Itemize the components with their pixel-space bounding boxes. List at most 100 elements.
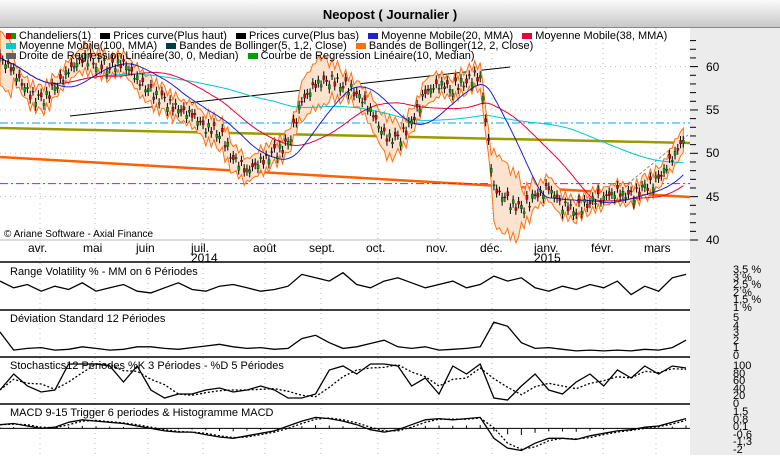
- candle: [300, 101, 304, 103]
- candle: [366, 109, 370, 112]
- candle: [517, 201, 520, 205]
- candle: [393, 131, 397, 137]
- stddev-line: [0, 321, 687, 352]
- candle: [34, 102, 38, 107]
- candle: [341, 86, 345, 89]
- candle: [152, 96, 156, 100]
- y-tick-label: 40: [706, 233, 720, 247]
- candle: [328, 84, 331, 90]
- candle: [385, 138, 389, 142]
- candle: [114, 68, 117, 72]
- candle: [646, 187, 649, 191]
- candle: [632, 199, 636, 205]
- candle: [470, 82, 474, 87]
- candle: [289, 139, 293, 142]
- candle: [638, 191, 641, 197]
- candle: [418, 108, 422, 113]
- candle: [136, 75, 139, 80]
- candle: [18, 73, 21, 78]
- candle: [629, 190, 633, 193]
- candle: [292, 118, 295, 124]
- candle: [306, 93, 309, 95]
- candle: [492, 184, 496, 187]
- candle: [53, 86, 57, 91]
- candle: [330, 75, 334, 77]
- stoch-label: Stochastics12 Périodes %K 3 Périodes - %…: [10, 360, 284, 372]
- candle: [566, 206, 570, 212]
- candle: [275, 156, 279, 159]
- candle: [9, 67, 13, 72]
- candle: [451, 93, 455, 97]
- candle: [679, 140, 682, 145]
- candle: [682, 140, 685, 144]
- panel-tick-label: -2: [733, 443, 743, 456]
- candle: [174, 102, 177, 105]
- macd-line: [0, 416, 687, 452]
- candle: [435, 79, 438, 85]
- candle: [555, 194, 559, 199]
- candle: [572, 211, 575, 216]
- candle: [544, 183, 548, 186]
- candle: [462, 85, 466, 88]
- candle: [539, 190, 542, 192]
- candle: [92, 62, 95, 65]
- candle: [256, 164, 260, 169]
- candle: [503, 196, 507, 199]
- candle: [509, 207, 512, 210]
- y-tick-label: 50: [706, 146, 720, 161]
- candle: [484, 118, 488, 123]
- candle: [133, 78, 136, 80]
- candle: [259, 157, 263, 159]
- candle: [303, 93, 306, 99]
- candle: [495, 188, 499, 194]
- candle: [72, 66, 76, 69]
- candle: [138, 84, 142, 86]
- volatility-label: Range Volatility % - MM on 6 Périodes: [10, 266, 198, 278]
- candle: [130, 66, 134, 72]
- legend-item: Courbe de Regression Linéaire(10, Median…: [242, 50, 475, 62]
- candle: [56, 86, 59, 89]
- candle: [108, 67, 112, 70]
- candle: [243, 168, 246, 173]
- candle: [42, 103, 46, 106]
- candle: [119, 64, 123, 68]
- legend-item: Droite de Regression Linéaire(30, 0, Med…: [0, 50, 239, 62]
- candle: [676, 148, 680, 151]
- candle: [424, 89, 427, 94]
- candle: [12, 67, 16, 71]
- macd-label: MACD 9-15 Trigger 6 periodes & Histogram…: [10, 407, 274, 419]
- candle: [635, 187, 638, 189]
- candle: [594, 203, 597, 205]
- candle: [267, 159, 271, 165]
- candle: [380, 130, 383, 135]
- candle: [215, 134, 219, 138]
- candle: [402, 127, 405, 129]
- candle: [31, 91, 35, 93]
- candle: [421, 94, 424, 97]
- candle: [4, 64, 7, 69]
- candle: [415, 103, 419, 108]
- x-tick-label: mai: [83, 241, 103, 255]
- candle: [643, 183, 647, 188]
- candle: [404, 130, 408, 136]
- candle: [399, 141, 402, 147]
- macd-trigger-line: [0, 417, 687, 450]
- y-tick-label: 60: [706, 59, 720, 74]
- candle: [210, 131, 213, 134]
- candle: [270, 151, 274, 153]
- candle: [141, 77, 145, 83]
- candle: [144, 89, 147, 93]
- candle: [281, 150, 284, 154]
- candle: [278, 144, 282, 149]
- candle: [374, 115, 378, 120]
- candle: [624, 196, 627, 199]
- stddev-label: Déviation Standard 12 Périodes: [10, 313, 166, 325]
- candle: [432, 88, 435, 90]
- candle: [94, 67, 98, 72]
- x-tick-label: mars: [644, 241, 671, 255]
- candle: [662, 168, 666, 173]
- candle: [7, 61, 10, 64]
- candle: [383, 127, 386, 132]
- candle: [352, 92, 356, 97]
- legend-item: Moyenne Mobile(38, MMA): [516, 30, 667, 42]
